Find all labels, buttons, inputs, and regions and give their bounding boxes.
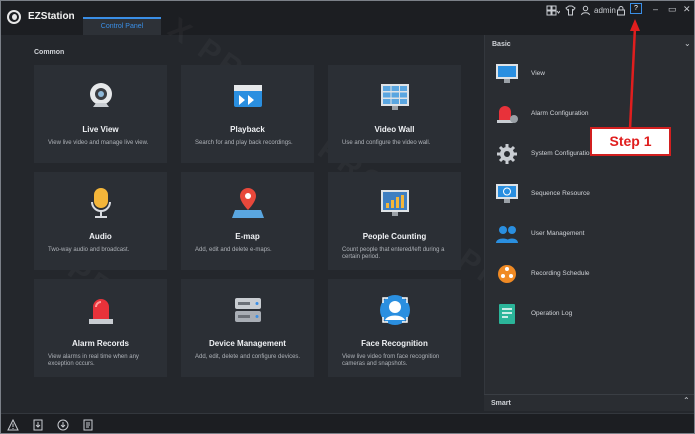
server-icon (231, 293, 265, 327)
playback-icon (231, 79, 265, 113)
card-title: E-map (235, 232, 260, 241)
title-bar: EZStation Control Panel admin ? – ▭ ✕ (1, 1, 694, 35)
minimize-icon[interactable]: – (653, 4, 658, 14)
card-alarm-records[interactable]: Alarm Records View alarms in real time w… (34, 279, 167, 377)
alarm-light-icon (84, 293, 118, 327)
card-description: Count people that entered/left during a … (342, 247, 445, 260)
card-playback[interactable]: Playback Search for and play back record… (181, 65, 314, 163)
shirt-icon[interactable] (565, 5, 576, 17)
sequence-icon (495, 183, 519, 205)
microphone-icon (84, 186, 118, 220)
layout-icon[interactable] (546, 5, 561, 17)
card-title: Audio (89, 232, 112, 241)
section-smart[interactable]: Smart ⌃ (484, 394, 694, 411)
collapse-chevron-icon[interactable]: ⌄ (684, 39, 691, 48)
card-title: Device Management (209, 339, 286, 348)
bottom-bar (1, 413, 694, 433)
panel-item-label: User Management (531, 230, 585, 237)
maximize-icon[interactable]: ▭ (668, 4, 677, 15)
warning-icon[interactable] (7, 418, 19, 431)
monitor-icon (495, 63, 519, 85)
card-title: Alarm Records (72, 339, 129, 348)
card-audio[interactable]: Audio Two-way audio and broadcast. (34, 172, 167, 270)
user-icon[interactable] (580, 5, 591, 17)
video-wall-icon (378, 79, 412, 113)
card-description: Search for and play back recordings. (195, 140, 293, 146)
panel-item-label: Operation Log (531, 310, 573, 317)
card-title: Playback (230, 125, 265, 134)
app-title: EZStation (28, 11, 75, 22)
app-window: EZStation Control Panel admin ? – ▭ ✕ X … (0, 0, 695, 434)
card-people-counting[interactable]: People Counting Count people that entere… (328, 172, 461, 270)
panel-item-recording-schedule[interactable]: Recording Schedule (495, 263, 690, 287)
schedule-icon (495, 263, 519, 285)
app-logo-icon (7, 10, 21, 24)
panel-item-label: Recording Schedule (531, 270, 590, 277)
card-description: Add, edit, delete and configure devices. (195, 354, 301, 360)
right-panel: Basic ⌄ View Alarm Configuration System … (484, 35, 694, 409)
card-device-management[interactable]: Device Management Add, edit, delete and … (181, 279, 314, 377)
expand-chevron-icon[interactable]: ⌃ (683, 396, 690, 405)
card-title: People Counting (362, 232, 427, 241)
panel-item-operation-log[interactable]: Operation Log (495, 303, 690, 327)
card-face-recognition[interactable]: Face Recognition View live video from fa… (328, 279, 461, 377)
card-description: Add, edit and delete e-maps. (195, 247, 272, 253)
panel-item-label: View (531, 70, 545, 77)
card-title: Face Recognition (361, 339, 428, 348)
map-pin-icon (231, 186, 265, 220)
card-e-map[interactable]: E-map Add, edit and delete e-maps. (181, 172, 314, 270)
users-icon (495, 223, 519, 245)
document-icon[interactable] (82, 418, 94, 431)
download-icon[interactable] (57, 418, 69, 431)
camera-icon (84, 79, 118, 113)
panel-item-label: System Configuration (531, 150, 594, 157)
card-live-view[interactable]: Live View View live video and manage liv… (34, 65, 167, 163)
card-video-wall[interactable]: Video Wall Use and configure the video w… (328, 65, 461, 163)
step-annotation: Step 1 (590, 127, 671, 156)
section-basic-label: Basic (492, 41, 511, 48)
card-description: Two-way audio and broadcast. (48, 247, 130, 253)
card-title: Live View (82, 125, 119, 134)
card-description: View live video from face recognition ca… (342, 354, 440, 367)
card-description: View live video and manage live view. (48, 140, 149, 146)
gear-icon (495, 143, 519, 165)
panel-item-label: Sequence Resource (531, 190, 590, 197)
section-common-label: Common (34, 49, 65, 56)
card-title: Video Wall (374, 125, 415, 134)
close-icon[interactable]: ✕ (683, 4, 691, 15)
alarm-config-icon (495, 103, 519, 125)
panel-item-sequence-resource[interactable]: Sequence Resource (495, 183, 690, 207)
tab-control-panel[interactable]: Control Panel (83, 17, 161, 35)
annotation-arrow (628, 19, 640, 130)
chart-icon (378, 186, 412, 220)
card-description: View alarms in real time when any except… (48, 354, 139, 367)
panel-item-label: Alarm Configuration (531, 110, 589, 117)
section-smart-label: Smart (491, 400, 511, 407)
import-icon[interactable] (32, 418, 44, 431)
card-description: Use and configure the video wall. (342, 140, 431, 146)
panel-item-user-management[interactable]: User Management (495, 223, 690, 247)
log-icon (495, 303, 519, 325)
help-icon[interactable]: ? (630, 3, 642, 14)
face-icon (378, 293, 412, 327)
